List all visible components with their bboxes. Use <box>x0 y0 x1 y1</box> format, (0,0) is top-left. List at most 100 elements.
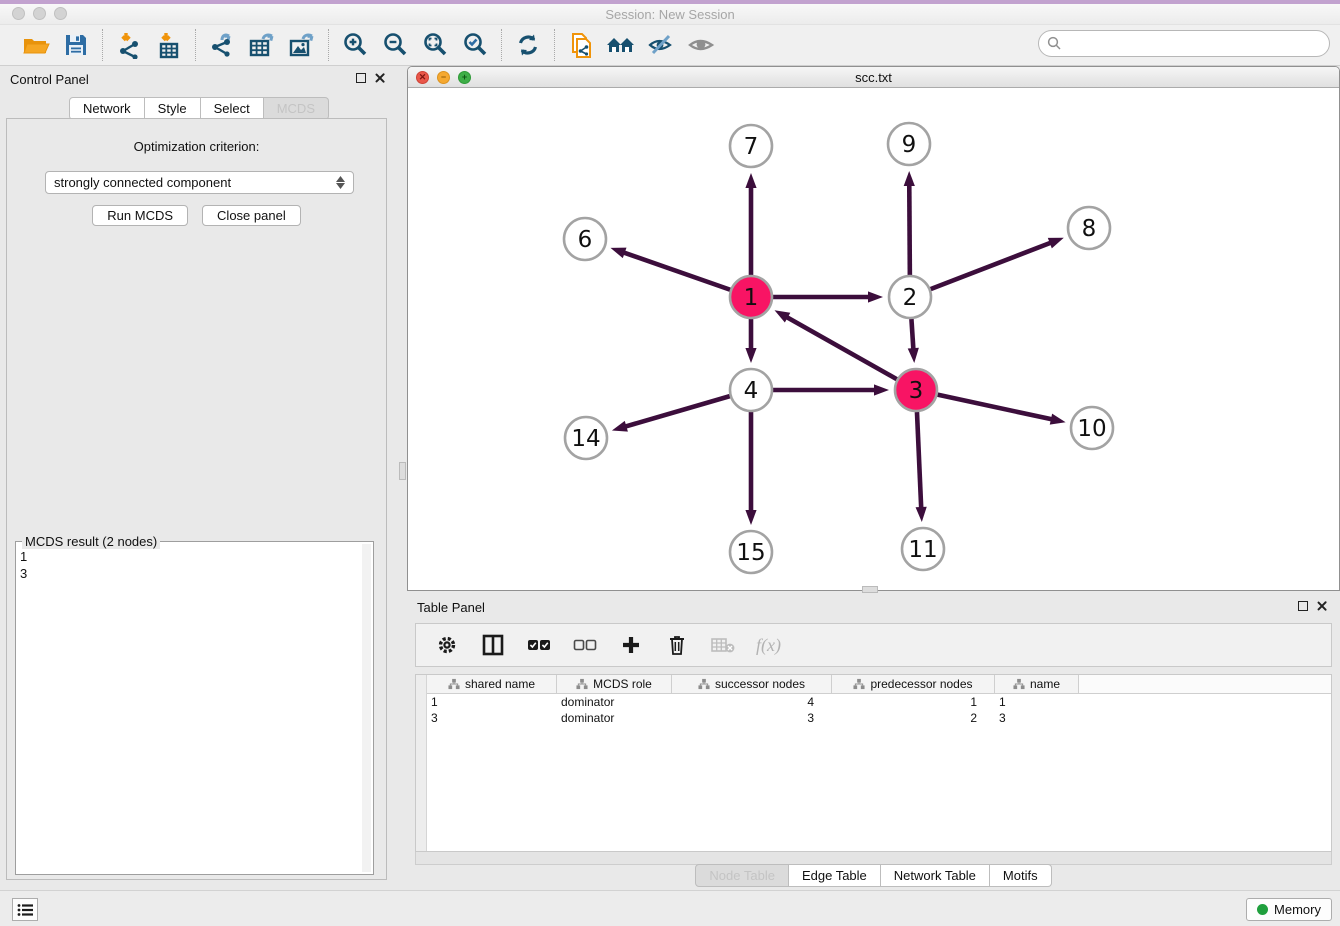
graph-node-4[interactable]: 4 <box>730 369 772 411</box>
table-row[interactable]: 1dominator411 <box>427 694 1331 710</box>
table-panel-title: Table Panel <box>417 600 485 615</box>
duplicate-network-button[interactable] <box>564 29 598 61</box>
column-header-name[interactable]: name <box>995 675 1079 694</box>
zoom-out-button[interactable] <box>378 29 412 61</box>
tab-network-table[interactable]: Network Table <box>881 864 990 887</box>
graph-edge-2-8[interactable] <box>931 238 1064 289</box>
add-column-button[interactable] <box>618 629 644 661</box>
tab-network[interactable]: Network <box>69 97 145 120</box>
table-cell[interactable]: 1 <box>995 694 1079 710</box>
table-panel-float-button[interactable] <box>1298 601 1308 611</box>
deselect-all-button[interactable] <box>572 629 598 661</box>
graph-edge-3-1[interactable] <box>775 310 897 379</box>
column-header-predecessor-nodes[interactable]: predecessor nodes <box>832 675 995 694</box>
mcds-result-list[interactable]: 1 3 <box>20 548 359 870</box>
table-cell[interactable]: dominator <box>557 694 672 710</box>
sort-hierarchy-icon <box>853 678 865 690</box>
table-cell[interactable]: 3 <box>672 710 832 726</box>
save-session-button[interactable] <box>59 29 93 61</box>
table-cell[interactable]: 3 <box>995 710 1079 726</box>
mcds-result-scrollbar[interactable] <box>362 544 371 872</box>
graph-edge-4-15[interactable] <box>745 412 756 525</box>
horizontal-splitter-handle[interactable] <box>862 586 878 593</box>
zoom-fit-button[interactable] <box>418 29 452 61</box>
table-cell[interactable]: 4 <box>672 694 832 710</box>
table-row[interactable]: 3dominator323 <box>427 710 1331 726</box>
network-graph: 7 9 6 8 1 2 4 3 14 10 15 11 <box>408 88 1339 590</box>
memory-button[interactable]: Memory <box>1246 898 1332 921</box>
graph-node-11[interactable]: 11 <box>902 528 944 570</box>
export-image-button[interactable] <box>285 29 319 61</box>
show-all-button[interactable] <box>684 29 718 61</box>
close-panel-button[interactable]: Close panel <box>202 205 301 226</box>
graph-node-15[interactable]: 15 <box>730 531 772 573</box>
graph-node-10[interactable]: 10 <box>1071 407 1113 449</box>
refresh-button[interactable] <box>511 29 545 61</box>
graph-edge-4-3[interactable] <box>773 384 889 395</box>
vertical-splitter-handle[interactable] <box>399 462 406 480</box>
graph-node-14[interactable]: 14 <box>565 417 607 459</box>
graph-node-9[interactable]: 9 <box>888 123 930 165</box>
table-cell[interactable]: 3 <box>427 710 557 726</box>
column-header-successor-nodes[interactable]: successor nodes <box>672 675 832 694</box>
graph-node-8[interactable]: 8 <box>1068 207 1110 249</box>
zoom-selected-button[interactable] <box>458 29 492 61</box>
table-cell[interactable]: 2 <box>832 710 995 726</box>
graph-edge-2-3[interactable] <box>908 319 919 363</box>
graph-node-2[interactable]: 2 <box>889 276 931 318</box>
graph-node-7[interactable]: 7 <box>730 125 772 167</box>
graph-node-6[interactable]: 6 <box>564 218 606 260</box>
control-panel-float-button[interactable] <box>356 73 366 83</box>
tab-node-table[interactable]: Node Table <box>695 864 789 887</box>
graph-node-1[interactable]: 1 <box>730 276 772 318</box>
zoom-in-button[interactable] <box>338 29 372 61</box>
tab-edge-table[interactable]: Edge Table <box>789 864 881 887</box>
function-builder-button[interactable]: f(x) <box>756 635 781 656</box>
tab-style[interactable]: Style <box>145 97 201 120</box>
graph-edge-2-9[interactable] <box>904 171 915 275</box>
control-panel-close-button[interactable] <box>374 72 386 84</box>
svg-text:10: 10 <box>1077 416 1106 442</box>
export-table-button[interactable] <box>245 29 279 61</box>
graph-edge-4-14[interactable] <box>612 396 730 432</box>
tab-mcds[interactable]: MCDS <box>264 97 329 120</box>
table-cell[interactable]: dominator <box>557 710 672 726</box>
table-cell[interactable]: 1 <box>832 694 995 710</box>
run-mcds-button[interactable]: Run MCDS <box>92 205 188 226</box>
delete-table-button[interactable] <box>710 629 736 661</box>
split-view-button[interactable] <box>480 629 506 661</box>
table-toolbar: f(x) <box>415 623 1332 667</box>
control-panel-title: Control Panel <box>10 72 89 87</box>
hide-selected-button[interactable] <box>644 29 678 61</box>
table-settings-button[interactable] <box>434 629 460 661</box>
task-history-button[interactable] <box>12 898 38 921</box>
table-panel-close-button[interactable] <box>1316 600 1328 612</box>
select-all-button[interactable] <box>526 629 552 661</box>
open-session-button[interactable] <box>19 29 53 61</box>
first-neighbors-button[interactable] <box>604 29 638 61</box>
graph-edge-1-6[interactable] <box>610 248 730 290</box>
svg-text:14: 14 <box>571 426 600 452</box>
table-cell[interactable]: 1 <box>427 694 557 710</box>
search-box[interactable] <box>1038 30 1330 57</box>
graph-node-3[interactable]: 3 <box>895 369 937 411</box>
control-panel-tabs: Network Style Select MCDS <box>0 97 398 120</box>
import-network-button[interactable] <box>112 29 146 61</box>
control-panel: Control Panel Network Style Select MCDS … <box>0 66 398 890</box>
export-network-button[interactable] <box>205 29 239 61</box>
tab-select[interactable]: Select <box>201 97 264 120</box>
graph-edge-3-11[interactable] <box>916 412 927 522</box>
tab-motifs[interactable]: Motifs <box>990 864 1052 887</box>
graph-edge-1-7[interactable] <box>745 173 756 275</box>
network-canvas[interactable]: 7 9 6 8 1 2 4 3 14 10 15 11 <box>408 88 1339 590</box>
graph-edge-1-4[interactable] <box>745 319 756 363</box>
criterion-dropdown[interactable]: strongly connected component <box>45 171 354 194</box>
graph-edge-1-2[interactable] <box>773 291 883 302</box>
zoom-out-icon <box>381 31 409 59</box>
column-header-mcds-role[interactable]: MCDS role <box>557 675 672 694</box>
search-input[interactable] <box>1068 36 1321 51</box>
delete-column-button[interactable] <box>664 629 690 661</box>
import-table-button[interactable] <box>152 29 186 61</box>
column-header-shared-name[interactable]: shared name <box>427 675 557 694</box>
graph-edge-3-10[interactable] <box>938 395 1066 425</box>
